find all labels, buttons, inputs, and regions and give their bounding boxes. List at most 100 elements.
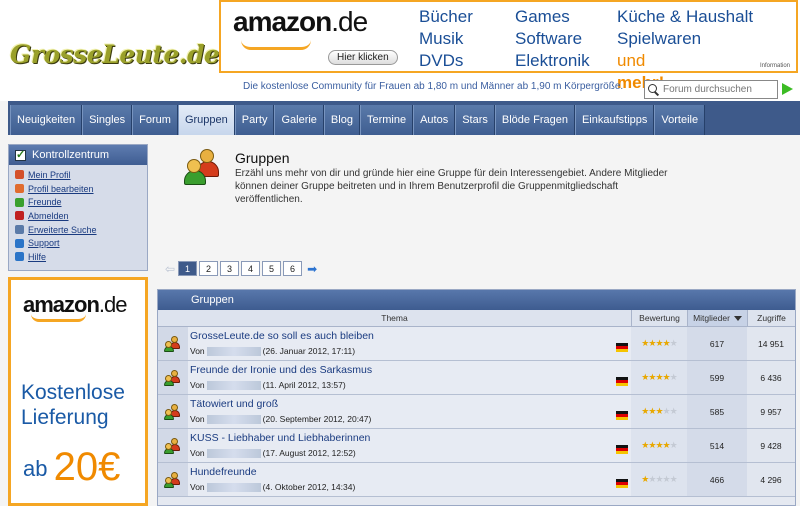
sidebar-link[interactable]: Abmelden [28, 211, 69, 221]
hit-count: 4 296 [747, 463, 795, 496]
table-row: Hundefreunde Von (4. Oktober 2012, 14:34) ★… [158, 463, 795, 497]
search-icon [648, 84, 659, 95]
page-1-button[interactable]: 1 [178, 261, 198, 276]
nav-tab-termine[interactable]: Termine [359, 105, 414, 135]
sidebar-link[interactable]: Profil bearbeiten [28, 184, 94, 194]
thema-cell: KUSS - Liebhaber und Liebhaberinnen Von (1… [188, 429, 631, 462]
ad-link-games[interactable]: Games [515, 6, 590, 28]
group-row-icon-cell [158, 395, 188, 428]
ad-link-musik[interactable]: Musik [419, 28, 473, 50]
hier-klicken-button[interactable]: Hier klicken [328, 50, 398, 65]
blurred-username[interactable] [206, 414, 261, 424]
group-title-link[interactable]: Tätowiert und groß [190, 398, 278, 410]
member-count: 466 [687, 463, 747, 496]
nav-tab-singles[interactable]: Singles [82, 105, 133, 135]
column-zugriffe[interactable]: Zugriffe [747, 310, 795, 326]
page-6-button[interactable]: 6 [283, 261, 303, 276]
column-thema[interactable]: Thema [158, 310, 631, 326]
ad-link-kueche[interactable]: Küche & Haushalt [617, 6, 753, 28]
sidebar-link[interactable]: Mein Profil [28, 170, 71, 180]
site-logo[interactable]: GrosseLeute.de [10, 40, 220, 69]
group-creator: Von (17. August 2012, 12:52) [190, 448, 356, 458]
group-title-link[interactable]: KUSS - Liebhaber und Liebhaberinnen [190, 432, 370, 444]
table-row: Tätowiert und groß Von (20. September 2012… [158, 395, 795, 429]
table-row: Freunde der Ironie und des Sarkasmus Von (… [158, 361, 795, 395]
nav-tab-stars[interactable]: Stars [455, 105, 495, 135]
group-row-icon-cell [158, 361, 188, 394]
group-creator: Von (26. Januar 2012, 17:11) [190, 346, 355, 356]
page-title: Gruppen [235, 150, 290, 166]
group-icon [164, 437, 182, 454]
kontrollzentrum-header[interactable]: Kontrollzentrum [9, 145, 147, 165]
support-icon [15, 238, 24, 248]
blurred-username[interactable] [206, 380, 261, 390]
group-title-link[interactable]: Freunde der Ironie und des Sarkasmus [190, 364, 372, 376]
blurred-username[interactable] [206, 448, 261, 458]
group-date: (4. Oktober 2012, 14:34) [262, 482, 356, 492]
next-page-arrow-icon[interactable]: ➡ [307, 262, 317, 276]
nav-tab-vorteile[interactable]: Vorteile [654, 105, 706, 135]
rating-stars: ★ ★ ★ ★ ★ [631, 361, 687, 394]
nav-tab-blöde-fragen[interactable]: Blöde Fragen [494, 105, 575, 135]
sidebar-item-abmelden[interactable]: Abmelden [15, 209, 147, 223]
nav-tab-galerie[interactable]: Galerie [274, 105, 324, 135]
sidebar-link[interactable]: Erweiterte Suche [28, 225, 97, 235]
ad-link-dvds[interactable]: DVDs [419, 50, 473, 72]
amazon-smile-icon [241, 40, 311, 50]
amazon-banner-ad[interactable]: amazon.de Hier klicken Bücher Musik DVDs… [219, 0, 798, 92]
site-tagline: Die kostenlose Community für Frauen ab 1… [243, 81, 624, 92]
page-3-button[interactable]: 3 [220, 261, 240, 276]
nav-tab-gruppen[interactable]: Gruppen [177, 105, 235, 135]
sidebar-item-hilfe[interactable]: Hilfe [15, 250, 147, 264]
page-4-button[interactable]: 4 [241, 261, 261, 276]
amazon-logo[interactable]: amazon.de Hier klicken [233, 6, 403, 66]
thema-cell: Tätowiert und groß Von (20. September 2012… [188, 395, 631, 428]
ad-link-elektronik[interactable]: Elektronik [515, 50, 590, 72]
column-bewertung[interactable]: Bewertung [631, 310, 687, 326]
table-row: GrosseLeute.de so soll es auch bleiben Vo… [158, 327, 795, 361]
page-2-button[interactable]: 2 [199, 261, 219, 276]
ad-link-spielwaren[interactable]: Spielwaren [617, 28, 753, 50]
sidebar-link[interactable]: Hilfe [28, 252, 46, 262]
group-icon [164, 369, 182, 386]
page-5-button[interactable]: 5 [262, 261, 282, 276]
sidebar-item-profil-bearbeiten[interactable]: Profil bearbeiten [15, 182, 147, 196]
sidebar-item-mein-profil[interactable]: Mein Profil [15, 168, 147, 182]
blurred-username[interactable] [206, 346, 261, 356]
ad-information-link[interactable]: Information [760, 63, 790, 69]
ad-side-ab: ab [23, 456, 48, 481]
ad-side-price: ab 20€ [23, 445, 120, 490]
sidebar-link[interactable]: Freunde [28, 197, 62, 207]
forum-search-box[interactable] [644, 80, 778, 99]
member-count: 617 [687, 327, 747, 360]
blurred-username[interactable] [206, 482, 261, 492]
nav-tab-einkaufstipps[interactable]: Einkaufstipps [574, 105, 655, 135]
group-date: (11. April 2012, 13:57) [262, 380, 346, 390]
sidebar-link[interactable]: Support [28, 238, 60, 248]
ad-link-buecher[interactable]: Bücher [419, 6, 473, 28]
german-flag-icon [616, 343, 628, 352]
group-title-link[interactable]: Hundefreunde [190, 466, 257, 478]
sidebar-menu: Mein Profil Profil bearbeiten Freunde Abmel… [9, 165, 147, 264]
von-label: Von [190, 482, 205, 492]
forum-search-input[interactable] [663, 84, 775, 95]
amazon-tld-side: .de [98, 292, 128, 317]
nav-tab-neuigkeiten[interactable]: Neuigkeiten [10, 105, 83, 135]
sidebar-item-erweiterte-suche[interactable]: Erweiterte Suche [15, 223, 147, 237]
ad-column-1: Bücher Musik DVDs [419, 6, 473, 72]
group-creator: Von (20. September 2012, 20:47) [190, 414, 371, 424]
nav-tab-party[interactable]: Party [234, 105, 275, 135]
nav-tab-blog[interactable]: Blog [323, 105, 360, 135]
group-title-link[interactable]: GrosseLeute.de so soll es auch bleiben [190, 330, 374, 342]
nav-tab-forum[interactable]: Forum [132, 105, 178, 135]
search-go-arrow-icon[interactable] [782, 83, 793, 95]
page-description: Erzähl uns mehr von dir und gründe hier … [235, 168, 668, 205]
ad-link-software[interactable]: Software [515, 28, 590, 50]
sidebar-item-freunde[interactable]: Freunde [15, 195, 147, 209]
sidebar-item-support[interactable]: Support [15, 236, 147, 250]
amazon-side-ad[interactable]: amazon.de Kostenlose Lieferung ab 20€ [8, 277, 148, 506]
hit-count: 6 436 [747, 361, 795, 394]
nav-tab-autos[interactable]: Autos [413, 105, 456, 135]
column-mitglieder[interactable]: Mitglieder [687, 310, 747, 326]
group-creator: Von (4. Oktober 2012, 14:34) [190, 482, 355, 492]
